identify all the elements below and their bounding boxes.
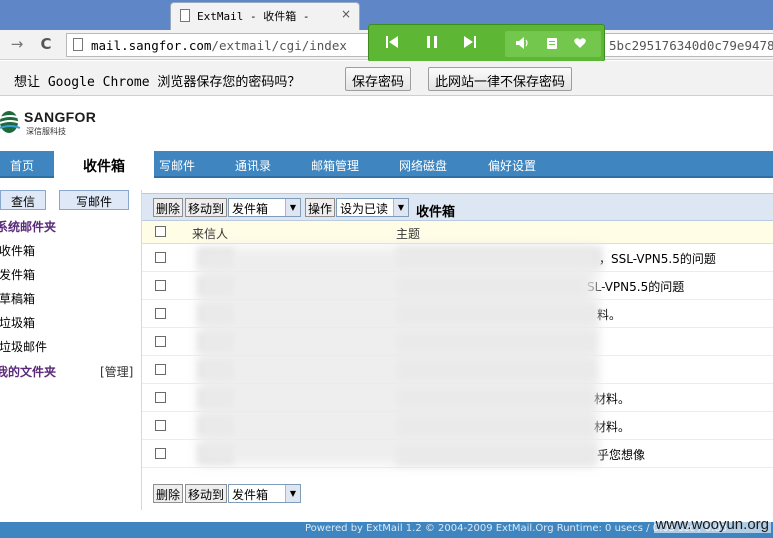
move-to-button-bottom[interactable]: 移动到 xyxy=(185,484,228,503)
nav-inbox[interactable]: 收件箱 xyxy=(54,150,154,179)
volume-icon[interactable] xyxy=(515,35,529,53)
never-save-password-button[interactable]: 此网站一律不保存密码 xyxy=(428,67,573,91)
sidebar-folder-sent[interactable]: 发件箱 xyxy=(0,266,35,283)
search-mail-button[interactable]: 查信 xyxy=(0,190,46,210)
row-subject[interactable]: 材料。 xyxy=(594,418,630,435)
prev-track-icon[interactable] xyxy=(385,34,399,52)
my-folders-title: 我的文件夹 xyxy=(0,365,57,379)
player-controls-panel xyxy=(505,31,601,57)
save-password-button[interactable]: 保存密码 xyxy=(345,67,412,91)
redaction-blur xyxy=(198,247,598,465)
browser-tab[interactable]: ExtMail - 收件箱 - × xyxy=(170,2,360,30)
move-target-select-bottom[interactable]: 发件箱 ▼ xyxy=(228,484,301,503)
next-track-icon[interactable] xyxy=(463,34,477,52)
save-password-bar: 想让 Google Chrome 浏览器保存您的密码吗？ 保存密码 此网站一律不… xyxy=(0,61,773,96)
column-subject: 主题 xyxy=(396,227,421,241)
mark-as-select[interactable]: 设为已读 ▼ xyxy=(336,198,409,217)
delete-button[interactable]: 删除 xyxy=(153,198,184,217)
chevron-down-icon: ▼ xyxy=(393,199,408,216)
tab-title: ExtMail - 收件箱 - xyxy=(197,10,310,23)
delete-button-bottom[interactable]: 删除 xyxy=(153,484,184,503)
reload-icon[interactable]: C xyxy=(37,35,55,53)
mail-bottom-bar: 删除 移动到 发件箱 ▼ xyxy=(142,482,773,504)
row-checkbox[interactable] xyxy=(155,420,166,431)
media-player xyxy=(368,24,605,62)
row-subject[interactable]: ，SSL-VPN5.5的问题 xyxy=(599,250,716,267)
move-target-value: 发件箱 xyxy=(232,202,269,216)
main-nav: 首页 收件箱 写邮件 通讯录 邮箱管理 网络磁盘 偏好设置 xyxy=(0,150,773,179)
move-target-select[interactable]: 发件箱 ▼ xyxy=(228,198,301,217)
page-icon xyxy=(73,38,83,51)
playlist-icon[interactable] xyxy=(545,35,559,53)
page-icon xyxy=(180,9,190,22)
mail-action-bar: 删除 移动到 发件箱 ▼ 操作 设为已读 ▼ 收件箱 xyxy=(142,193,773,221)
sangfor-logo-icon xyxy=(0,111,21,133)
row-subject[interactable]: 料。 xyxy=(597,306,621,323)
save-password-message: 想让 Google Chrome 浏览器保存您的密码吗？ xyxy=(14,75,301,90)
nav-home[interactable]: 首页 xyxy=(10,157,34,174)
row-checkbox[interactable] xyxy=(155,336,166,347)
row-checkbox[interactable] xyxy=(155,252,166,263)
watermark: www.wooyun.org xyxy=(653,516,771,533)
forward-icon[interactable]: → xyxy=(8,35,26,53)
heart-icon[interactable] xyxy=(573,35,587,53)
brand-name: SANGFOR xyxy=(24,109,97,125)
select-all-checkbox[interactable] xyxy=(155,226,166,237)
nav-netdisk[interactable]: 网络磁盘 xyxy=(399,157,447,174)
nav-mailbox-manage[interactable]: 邮箱管理 xyxy=(311,157,359,174)
row-checkbox[interactable] xyxy=(155,392,166,403)
url-domain: mail.sangfor.com xyxy=(91,38,212,53)
row-subject[interactable]: 材料。 xyxy=(594,390,630,407)
brand-subtitle: 深信服科技 xyxy=(26,127,66,136)
nav-preferences[interactable]: 偏好设置 xyxy=(488,157,536,174)
mark-as-value: 设为已读 xyxy=(340,202,389,216)
column-sender: 来信人 xyxy=(192,227,229,241)
row-checkbox[interactable] xyxy=(155,308,166,319)
manage-folders-link[interactable]: [管理] xyxy=(100,363,133,380)
url-path: /extmail/cgi/index xyxy=(211,38,347,53)
row-checkbox[interactable] xyxy=(155,448,166,459)
row-subject[interactable]: 乎您想像 xyxy=(597,446,645,463)
nav-contacts[interactable]: 通讯录 xyxy=(235,157,271,174)
nav-compose[interactable]: 写邮件 xyxy=(159,157,195,174)
sidebar-folder-inbox[interactable]: 收件箱 xyxy=(0,242,35,259)
operate-button[interactable]: 操作 xyxy=(305,198,336,217)
sidebar-folder-trash[interactable]: 垃圾箱 xyxy=(0,314,35,331)
move-target-value-bottom: 发件箱 xyxy=(232,488,269,502)
row-checkbox[interactable] xyxy=(155,280,166,291)
chevron-down-icon: ▼ xyxy=(285,199,300,216)
compose-button[interactable]: 写邮件 xyxy=(59,190,129,210)
sangfor-logo: SANGFOR 深信服科技 xyxy=(0,104,110,140)
url-tail: 5bc295176340d0c79e9478 xyxy=(609,38,773,53)
move-to-button[interactable]: 移动到 xyxy=(185,198,228,217)
sidebar-folder-drafts[interactable]: 草稿箱 xyxy=(0,290,35,307)
pause-icon[interactable] xyxy=(425,34,439,52)
row-checkbox[interactable] xyxy=(155,364,166,375)
mail-table-header: 来信人 主题 xyxy=(142,221,773,244)
chevron-down-icon: ▼ xyxy=(285,485,300,502)
tab-close-icon[interactable]: × xyxy=(341,7,351,21)
sidebar-folder-spam[interactable]: 垃圾邮件 xyxy=(0,338,47,355)
current-folder-label: 收件箱 xyxy=(416,205,456,220)
row-subject[interactable]: SL-VPN5.5的问题 xyxy=(587,278,684,295)
system-folders-title: 系统邮件夹 xyxy=(0,220,57,234)
